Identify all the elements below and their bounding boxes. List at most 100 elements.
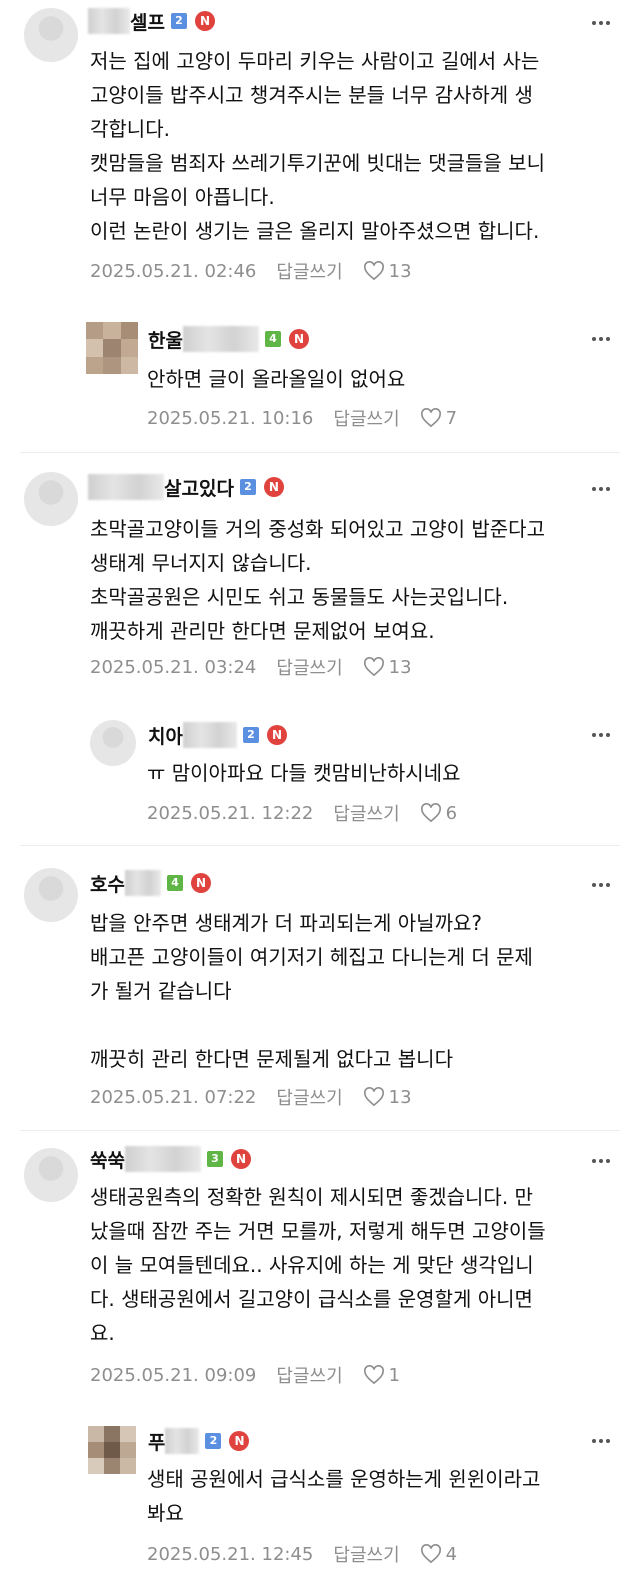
new-badge: N (229, 1431, 250, 1451)
more-options-icon[interactable] (590, 878, 612, 892)
more-options-icon[interactable] (590, 728, 612, 742)
comment-item: 살고있다 2 N 초막골고양이들 거의 중성화 되어있고 고양이 밥준다고 생태… (0, 460, 640, 700)
author-row: 한울 4 N (148, 326, 309, 352)
comment-meta: 2025.05.21. 03:24 답글쓰기 13 (90, 654, 412, 680)
author-row: 쑥쑥 3 N (90, 1146, 251, 1172)
author-row: 치아 2 N (148, 722, 287, 748)
comment-text: 밥을 안주면 생태계가 더 파괴되는게 아닐까요? 배고픈 고양이들이 여기저기… (90, 911, 533, 1071)
avatar[interactable] (24, 8, 78, 62)
redacted-nickname (124, 870, 161, 896)
reply-item: 푸 2 N 생태 공원에서 급식소를 운영하는게 윈윈이라고 봐요 2025.0… (0, 1416, 640, 1569)
reply-button[interactable]: 답글쓰기 (333, 1541, 399, 1567)
author-nickname[interactable]: 푸 (148, 1428, 165, 1455)
like-button[interactable]: 7 (420, 408, 457, 429)
level-badge: 2 (170, 13, 187, 29)
redacted-nickname (88, 8, 130, 34)
like-button[interactable]: 4 (420, 1544, 457, 1565)
comment-text: 생태 공원에서 급식소를 운영하는게 윈윈이라고 봐요 (147, 1467, 541, 1525)
level-badge: 4 (264, 331, 281, 347)
new-badge: N (190, 873, 211, 893)
heart-icon (363, 1087, 384, 1107)
redacted-nickname (124, 1146, 201, 1172)
heart-icon (363, 261, 384, 281)
avatar[interactable] (24, 472, 78, 526)
like-button[interactable]: 6 (420, 803, 457, 824)
author-row: 호수 4 N (90, 870, 211, 896)
level-badge: 4 (166, 875, 183, 891)
like-button[interactable]: 13 (363, 261, 412, 282)
new-badge: N (194, 11, 215, 31)
avatar[interactable] (24, 1148, 78, 1202)
more-options-icon[interactable] (590, 482, 612, 496)
comment-text: 생태공원측의 정확한 원칙이 제시되면 좋겠습니다. 만 났을때 잠깐 주는 거… (90, 1185, 546, 1345)
heart-icon (420, 408, 441, 428)
new-badge: N (288, 329, 309, 349)
new-badge: N (230, 1149, 251, 1169)
heart-icon (363, 1365, 384, 1385)
author-nickname[interactable]: 치아 (148, 722, 183, 749)
comment-text: 초막골고양이들 거의 중성화 되어있고 고양이 밥준다고 생태계 무너지지 않습… (90, 517, 545, 643)
redacted-nickname (165, 1428, 200, 1454)
like-button[interactable]: 1 (363, 1365, 400, 1386)
like-count: 13 (388, 656, 412, 678)
comment-date: 2025.05.21. 10:16 (147, 407, 314, 429)
redacted-nickname (88, 474, 164, 500)
comment-date: 2025.05.21. 03:24 (90, 656, 257, 678)
divider (20, 1130, 620, 1131)
avatar[interactable] (90, 720, 136, 766)
comment-meta: 2025.05.21. 09:09 답글쓰기 1 (90, 1362, 400, 1388)
author-nickname[interactable]: 셀프 (130, 8, 165, 35)
comment-date: 2025.05.21. 12:45 (147, 1543, 314, 1565)
comment-meta: 2025.05.21. 12:22 답글쓰기 6 (147, 800, 457, 826)
reply-button[interactable]: 답글쓰기 (276, 654, 342, 680)
reply-item: 한울 4 N 안하면 글이 올라올일이 없어요 2025.05.21. 10:1… (0, 300, 640, 450)
more-options-icon[interactable] (590, 16, 612, 30)
comment-text: ㅠ 맘이아파요 다들 캣맘비난하시네요 (147, 761, 461, 785)
like-count: 6 (445, 802, 458, 824)
comment-meta: 2025.05.21. 10:16 답글쓰기 7 (147, 405, 457, 431)
reply-button[interactable]: 답글쓰기 (333, 405, 399, 431)
like-count: 4 (445, 1543, 458, 1565)
like-button[interactable]: 13 (363, 657, 412, 678)
avatar[interactable] (86, 322, 138, 374)
heart-icon (420, 1544, 441, 1564)
reply-item: 치아 2 N ㅠ 맘이아파요 다들 캣맘비난하시네요 2025.05.21. 1… (0, 700, 640, 842)
avatar[interactable] (88, 1426, 136, 1474)
reply-button[interactable]: 답글쓰기 (276, 1362, 342, 1388)
reply-button[interactable]: 답글쓰기 (276, 258, 342, 284)
comment-text: 저는 집에 고양이 두마리 키우는 사람이고 길에서 사는 고양이들 밥주시고 … (90, 49, 545, 243)
heart-icon (363, 657, 384, 677)
author-row: 푸 2 N (148, 1428, 250, 1455)
level-badge: 2 (239, 479, 256, 495)
author-nickname[interactable]: 한울 (148, 326, 183, 353)
like-count: 13 (388, 1086, 412, 1108)
comment-meta: 2025.05.21. 07:22 답글쓰기 13 (90, 1084, 412, 1110)
comment-item: 셀프 2 N 저는 집에 고양이 두마리 키우는 사람이고 길에서 사는 고양이… (0, 0, 640, 300)
comment-item: 호수 4 N 밥을 안주면 생태계가 더 파괴되는게 아닐까요? 배고픈 고양이… (0, 852, 640, 1132)
comment-item: 쑥쑥 3 N 생태공원측의 정확한 원칙이 제시되면 좋겠습니다. 만 났을때 … (0, 1136, 640, 1416)
author-row: 살고있다 2 N (88, 474, 284, 500)
redacted-nickname (182, 722, 237, 748)
level-badge: 3 (206, 1151, 223, 1167)
comment-date: 2025.05.21. 09:09 (90, 1364, 257, 1386)
reply-button[interactable]: 답글쓰기 (333, 800, 399, 826)
like-count: 13 (388, 260, 412, 282)
comment-text: 안하면 글이 올라올일이 없어요 (147, 367, 406, 391)
redacted-nickname (182, 326, 259, 352)
reply-button[interactable]: 답글쓰기 (276, 1084, 342, 1110)
like-button[interactable]: 13 (363, 1087, 412, 1108)
comment-meta: 2025.05.21. 02:46 답글쓰기 13 (90, 258, 412, 284)
comment-date: 2025.05.21. 12:22 (147, 802, 314, 824)
more-options-icon[interactable] (590, 1434, 612, 1448)
author-nickname[interactable]: 쑥쑥 (90, 1146, 125, 1173)
author-nickname[interactable]: 살고있다 (164, 474, 234, 501)
divider (20, 452, 620, 453)
heart-icon (420, 803, 441, 823)
comment-date: 2025.05.21. 02:46 (90, 260, 257, 282)
author-row: 셀프 2 N (88, 8, 215, 34)
more-options-icon[interactable] (590, 332, 612, 346)
like-count: 1 (388, 1364, 401, 1386)
more-options-icon[interactable] (590, 1154, 612, 1168)
avatar[interactable] (24, 868, 78, 922)
author-nickname[interactable]: 호수 (90, 870, 125, 897)
